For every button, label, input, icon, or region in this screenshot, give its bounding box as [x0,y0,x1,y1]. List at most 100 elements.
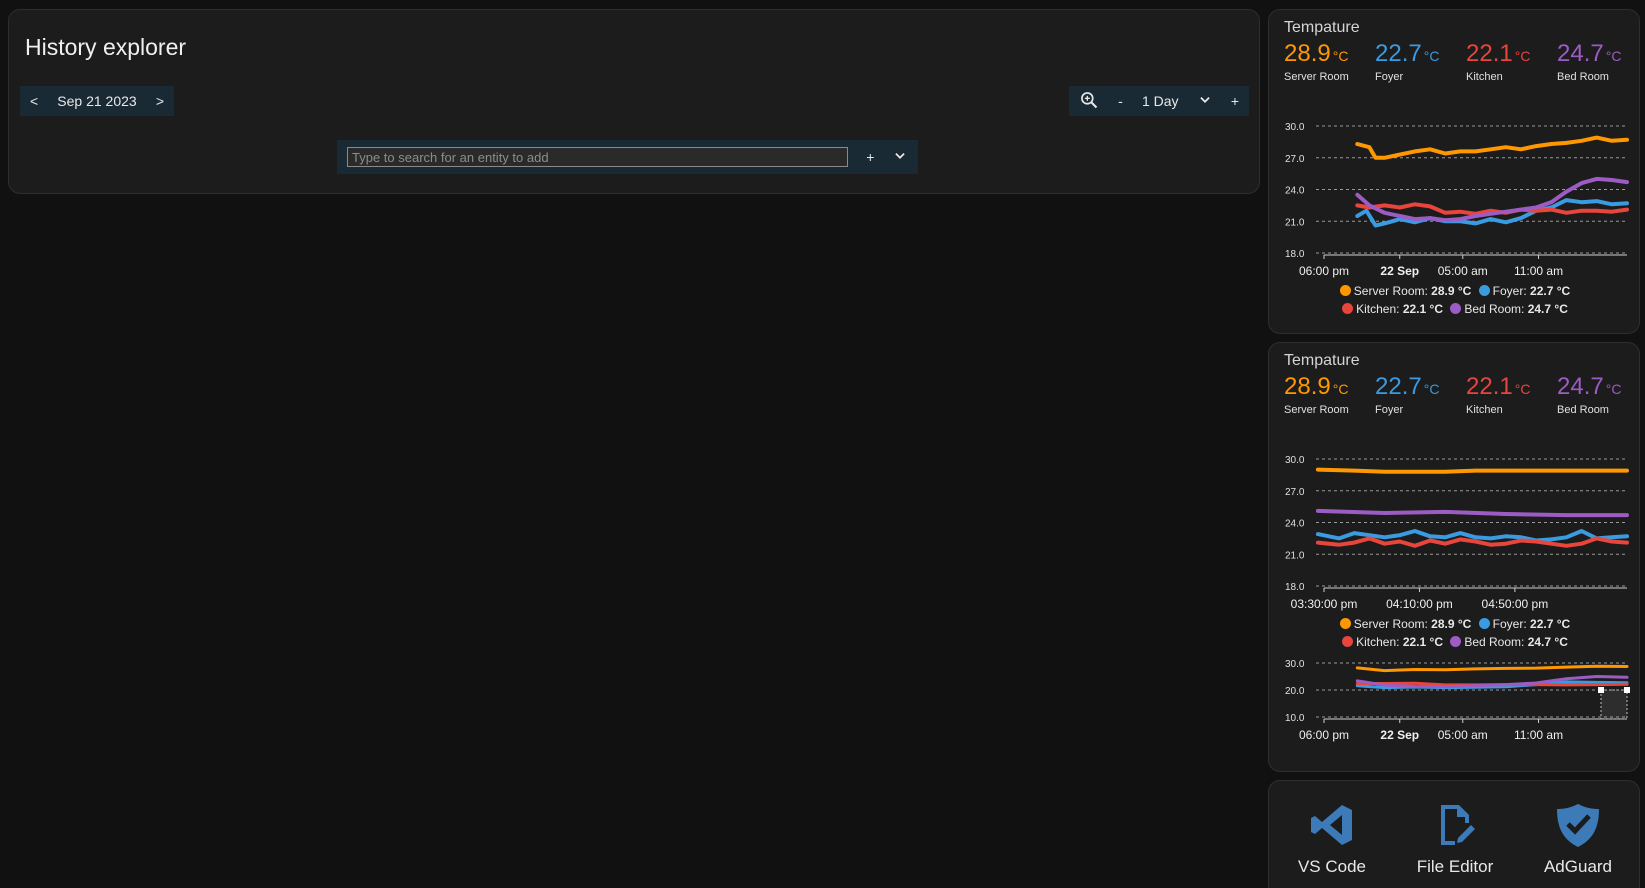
page-title: History explorer [25,34,187,60]
readings-row: 28.9 °C Server Room 22.7 °C Foyer 22.1 °C K… [1284,40,1629,86]
y-tick-label: 30.0 [1285,659,1305,670]
zoom-in-button[interactable]: + [1231,93,1239,109]
legend-dot [1450,636,1462,647]
card-title: Tempature [1284,19,1360,36]
y-tick-label: 18.0 [1285,582,1305,593]
reading-value: 22.1 [1466,373,1513,400]
series-line-kitchen [1315,536,1629,548]
legend-item-kitchen[interactable]: Kitchen: 22.1 °C [1342,635,1443,649]
legend-item-bed-room[interactable]: Bed Room: 24.7 °C [1450,302,1568,316]
y-tick-label: 24.0 [1285,186,1305,197]
readings-row: 28.9 °C Server Room 22.7 °C Foyer 22.1 °C K… [1284,373,1629,419]
reading-kitchen[interactable]: 22.1 °C Kitchen [1466,373,1530,416]
reading-value: 22.1 [1466,40,1513,67]
date-prev-button[interactable]: < [30,93,38,109]
shortcut-label: File Editor [1416,857,1494,876]
reading-name: Bed Room [1557,404,1609,416]
y-tick-label: 20.0 [1285,686,1305,697]
shield-check-icon [1557,804,1599,847]
chart-legend: Server Room: 28.9 °C Foyer: 22.7 °C Kitc… [1269,282,1641,318]
chevron-down-icon[interactable] [1198,93,1212,110]
legend-item-server-room[interactable]: Server Room: 28.9 °C [1339,617,1472,631]
reading-bed-room[interactable]: 24.7 °C Bed Room [1557,40,1621,83]
reading-unit: °C [1423,48,1440,64]
reading-value: 22.7 [1375,373,1422,400]
legend-value: 24.7 °C [1527,635,1568,649]
x-tick-label: 03:30:00 pm [1291,597,1358,611]
x-tick-label: 22 Sep [1380,728,1419,742]
reading-name: Kitchen [1466,71,1503,83]
chevron-down-icon[interactable] [892,149,908,166]
x-tick-label: 11:00 am [1514,728,1563,742]
chart-legend: Server Room: 28.9 °C Foyer: 22.7 °C Kitc… [1269,615,1641,651]
zoom-out-button[interactable]: - [1118,93,1123,109]
legend-value: 22.1 °C [1402,635,1443,649]
y-tick-label: 30.0 [1285,455,1305,466]
date-next-button[interactable]: > [156,93,164,109]
brush-selection [1600,689,1628,720]
legend-name: Server Room: [1353,617,1428,631]
vscode-shortcut[interactable]: VS Code [1277,801,1387,877]
legend-item-kitchen[interactable]: Kitchen: 22.1 °C [1342,302,1443,316]
legend-name: Kitchen: [1356,635,1400,649]
reading-name: Kitchen [1466,404,1503,416]
temperature-chart[interactable]: 30.0 27.0 24.0 21.0 18.0 06:00 pm 22 Sep 05:00 … [1269,110,1641,300]
brush-handle-right [1624,687,1630,693]
reading-value: 24.7 [1557,373,1604,400]
legend-name: Server Room: [1353,284,1428,298]
reading-name: Bed Room [1557,71,1609,83]
range-label[interactable]: 1 Day [1142,93,1179,109]
legend-value: 28.9 °C [1431,284,1472,298]
reading-bed-room[interactable]: 24.7 °C Bed Room [1557,373,1621,416]
legend-item-foyer[interactable]: Foyer: 22.7 °C [1478,617,1570,631]
shortcut-label: AdGuard [1543,857,1613,876]
legend-value: 22.1 °C [1402,302,1443,316]
file-edit-icon [1441,805,1475,845]
legend-value: 28.9 °C [1431,617,1472,631]
brush-overview-chart[interactable]: 30.0 20.0 10.0 06:00 pm 22 Sep 05:00 am 11:00 … [1269,653,1641,763]
legend-dot [1478,618,1490,629]
shortcut-label: VS Code [1297,857,1367,876]
legend-dot [1342,636,1354,647]
entity-search-bar: + [337,140,918,174]
temperature-chart[interactable]: 30.0 27.0 24.0 21.0 18.0 03:30:00 pm 04:10:00 … [1269,443,1641,633]
y-tick-label: 10.0 [1285,713,1305,724]
reading-unit: °C [1332,48,1349,64]
legend-name: Foyer: [1492,617,1527,631]
y-tick-label: 21.0 [1285,217,1305,228]
card-title: Tempature [1284,352,1360,369]
zoom-icon[interactable] [1079,90,1099,113]
entity-search-input[interactable] [347,147,849,167]
legend-item-foyer[interactable]: Foyer: 22.7 °C [1478,284,1570,298]
reading-value: 24.7 [1557,40,1604,67]
reading-foyer[interactable]: 22.7 °C Foyer [1375,40,1439,83]
file-editor-shortcut[interactable]: File Editor [1400,801,1510,877]
y-tick-label: 24.0 [1285,519,1305,530]
legend-dot [1478,285,1490,296]
date-label[interactable]: Sep 21 2023 [57,93,136,109]
temperature-card: Tempature 28.9 °C Server Room 22.7 °C Foye… [1268,342,1640,772]
legend-item-server-room[interactable]: Server Room: 28.9 °C [1339,284,1472,298]
reading-server-room[interactable]: 28.9 °C Server Room [1284,373,1349,416]
y-tick-label: 18.0 [1285,249,1305,260]
x-tick-label: 06:00 pm [1299,264,1349,278]
reading-value: 28.9 [1284,373,1331,400]
add-entity-button[interactable]: + [862,149,878,165]
legend-name: Bed Room: [1464,635,1525,649]
series-line-server-room [1355,664,1629,673]
series-line-server-room [1315,467,1629,474]
reading-unit: °C [1514,381,1531,397]
legend-name: Kitchen: [1356,302,1400,316]
legend-dot [1339,285,1351,296]
reading-kitchen[interactable]: 22.1 °C Kitchen [1466,40,1530,83]
reading-foyer[interactable]: 22.7 °C Foyer [1375,373,1439,416]
x-tick-label: 22 Sep [1380,264,1419,278]
x-tick-label: 04:10:00 pm [1386,597,1453,611]
adguard-shortcut[interactable]: AdGuard [1523,801,1633,877]
series-line-server-room [1355,135,1629,160]
reading-server-room[interactable]: 28.9 °C Server Room [1284,40,1349,83]
x-tick-label: 11:00 am [1514,264,1563,278]
legend-value: 24.7 °C [1527,302,1568,316]
reading-value: 22.7 [1375,40,1422,67]
legend-item-bed-room[interactable]: Bed Room: 24.7 °C [1450,635,1568,649]
